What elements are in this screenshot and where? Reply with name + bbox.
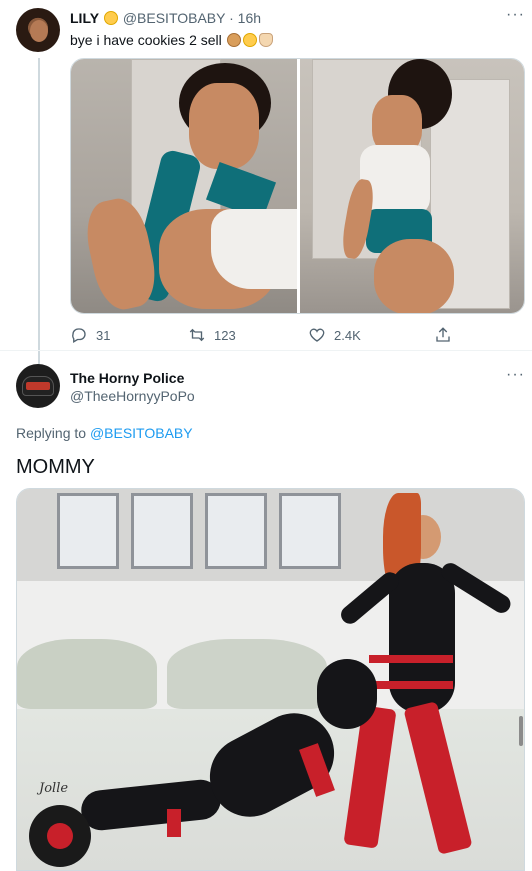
red-strap bbox=[167, 809, 181, 837]
red-belt bbox=[369, 655, 453, 663]
tweet-image[interactable]: Jolle bbox=[16, 488, 525, 871]
timestamp[interactable]: · 16h bbox=[229, 10, 261, 26]
red-belt bbox=[375, 681, 453, 689]
replying-to-prefix: Replying to bbox=[16, 425, 90, 441]
window bbox=[57, 493, 119, 569]
white-top bbox=[211, 209, 297, 289]
tweet-photo[interactable] bbox=[71, 59, 297, 313]
window bbox=[205, 493, 267, 569]
avatar-face bbox=[30, 20, 48, 42]
bush bbox=[167, 639, 327, 709]
reply-count: 31 bbox=[96, 327, 111, 343]
rolling-eyes-icon bbox=[242, 33, 257, 47]
share-icon bbox=[436, 327, 450, 342]
crawling-hips bbox=[317, 659, 377, 729]
more-options-icon[interactable]: ··· bbox=[506, 6, 525, 24]
heart-icon bbox=[309, 328, 325, 342]
like-count: 2.4K bbox=[334, 327, 361, 343]
window bbox=[131, 493, 193, 569]
tweet-text-content: bye i have cookies 2 sell bbox=[70, 32, 222, 48]
tweet-photo-grid bbox=[70, 58, 525, 314]
user-handle[interactable]: @TheeHornyyPoPo bbox=[70, 388, 195, 404]
peace-hand-icon bbox=[258, 33, 273, 47]
avatar[interactable] bbox=[16, 364, 60, 408]
face bbox=[189, 83, 259, 169]
retweet-button[interactable]: 123 bbox=[188, 326, 236, 344]
tweet-divider bbox=[0, 350, 532, 351]
replying-to-link[interactable]: @BESITOBABY bbox=[90, 425, 193, 441]
tweet-actions: 31 123 2.4K bbox=[70, 326, 490, 346]
police-badge-icon bbox=[26, 382, 50, 390]
legs bbox=[374, 239, 454, 313]
tweet-text: MOMMY bbox=[16, 456, 95, 478]
retweet-icon bbox=[189, 328, 205, 342]
bodysuit bbox=[389, 563, 455, 713]
tweet-photo[interactable] bbox=[300, 59, 524, 313]
scrollbar[interactable] bbox=[519, 716, 523, 746]
wheel-hub bbox=[47, 823, 73, 849]
cookie-icon bbox=[226, 33, 241, 47]
share-button[interactable] bbox=[434, 326, 452, 344]
window bbox=[279, 493, 341, 569]
display-name[interactable]: LILY bbox=[70, 10, 99, 26]
artist-signature: Jolle bbox=[39, 781, 69, 796]
wheel bbox=[29, 805, 91, 867]
replying-to: Replying to @BESITOBABY bbox=[16, 425, 193, 441]
bush bbox=[17, 639, 157, 709]
more-options-icon[interactable]: ··· bbox=[506, 366, 525, 384]
rolling-eyes-icon bbox=[103, 11, 118, 25]
thread-connector-line bbox=[38, 58, 40, 370]
reply-icon bbox=[72, 328, 86, 343]
display-name[interactable]: The Horny Police bbox=[70, 370, 184, 386]
like-button[interactable]: 2.4K bbox=[308, 326, 361, 344]
avatar[interactable] bbox=[16, 8, 60, 52]
tweet-header: LILY @BESITOBABY · 16h bbox=[70, 10, 261, 26]
tweet-text: bye i have cookies 2 sell bbox=[70, 32, 274, 48]
reply-button[interactable]: 31 bbox=[70, 326, 110, 344]
user-handle[interactable]: @BESITOBABY bbox=[123, 10, 225, 26]
retweet-count: 123 bbox=[214, 327, 236, 343]
